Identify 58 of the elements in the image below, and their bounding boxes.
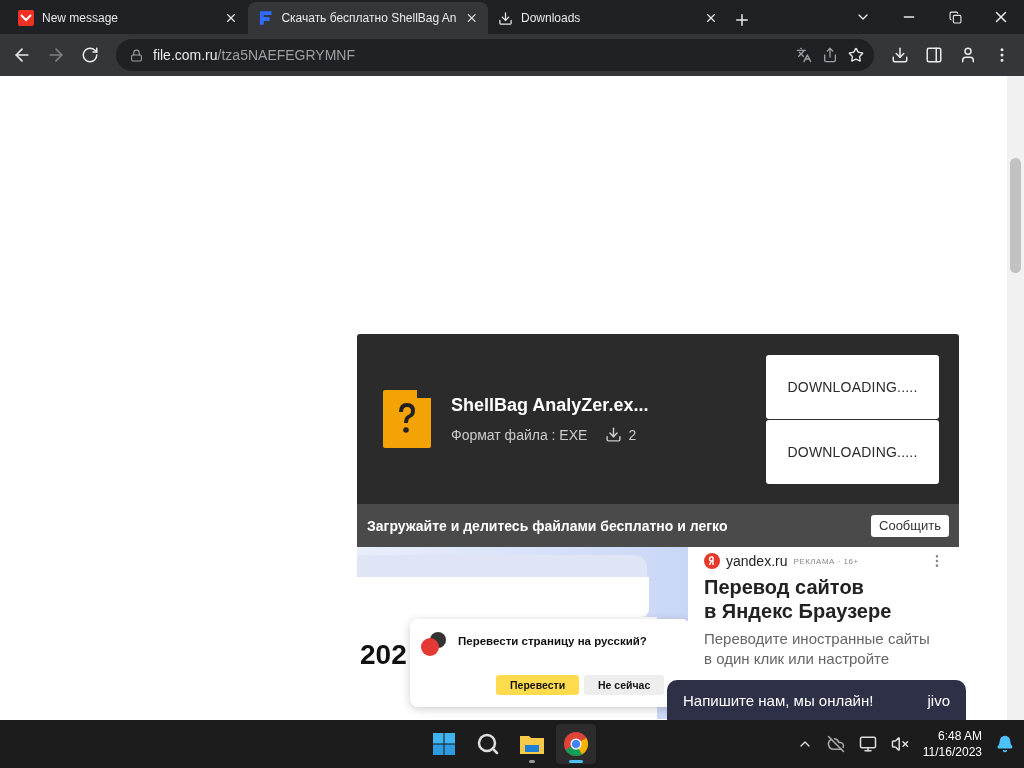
tab-title: New message [42,11,120,25]
popup-button[interactable]: Перевести [496,675,580,695]
banner-text: Загружайте и делитесь файлами бесплатно и легко [367,517,728,534]
search-icon[interactable] [476,732,500,756]
url-text: file.com.ru/tza5NAEFEGRYMNF [153,47,356,63]
browser-tab[interactable]: Скачать бесплатно ShellBag An [248,2,488,34]
ad-title: в Яндекс Браузере [704,599,893,623]
mail-icon [18,10,34,26]
unknown-file-icon [383,390,431,448]
file-format: Формат файла : EXE [451,426,588,443]
download-button[interactable]: DOWNLOADING..... [766,354,939,419]
chrome-logo-icon[interactable] [563,731,589,757]
notification-icon[interactable] [996,735,1014,753]
close-icon[interactable] [224,11,238,25]
scrollbar[interactable] [1007,76,1024,720]
yandex-logo-icon [704,553,720,569]
ad-body: Переводите иностранные сайты [704,629,931,649]
restore-icon[interactable] [948,10,962,24]
download-button[interactable]: DOWNLOADING..... [766,419,939,484]
report-button[interactable]: Сообщить [871,514,949,537]
share-icon[interactable] [822,47,838,63]
popup-button[interactable]: Не сейчас [584,675,665,695]
chat-widget[interactable]: Напишите нам, мы онлайн! jivo [667,680,966,720]
browser-tab[interactable]: New message [8,2,248,34]
side-panel-icon[interactable] [925,46,943,64]
reload-icon[interactable] [81,46,99,64]
new-tab-icon[interactable] [733,11,751,29]
address-bar[interactable]: file.com.ru/tza5NAEFEGRYMNF [116,39,874,71]
star-icon[interactable] [848,47,864,63]
download-icon[interactable] [891,46,909,64]
chat-brand: jivo [927,691,950,709]
tab-title: Скачать бесплатно ShellBag An [281,11,457,25]
chat-text: Напишите нам, мы онлайн! [683,691,875,709]
year-text: 202 [360,639,407,671]
letter-f-logo-icon [258,10,274,26]
browser-tab[interactable]: Downloads [488,2,728,34]
download-count: 2 [628,426,637,443]
ad-source[interactable]: yandex.ru [726,553,788,569]
download-icon [498,10,513,26]
popup-question: Перевести страницу на русский? [458,635,647,647]
taskbar-app[interactable] [556,724,596,764]
cloud-off-icon[interactable] [826,735,845,753]
tab-title: Downloads [521,11,582,25]
ad-label: РЕКЛАМА · 16+ [793,556,859,566]
ad-title: Перевод сайтов [704,575,865,599]
network-icon[interactable] [858,735,877,753]
profile-icon[interactable] [959,46,977,64]
date-text: 11/16/2023 [922,744,982,760]
time-text: 6:48 AM [937,728,982,744]
folder-icon[interactable] [519,733,545,755]
ad-body: в один клик или настройте [704,649,891,669]
lock-icon [130,48,143,62]
download-count-icon [605,426,623,443]
clock[interactable]: 6:48 AM 11/16/2023 [922,728,982,760]
mute-icon[interactable] [890,735,909,753]
close-icon[interactable] [704,11,718,25]
windows-logo-icon[interactable] [432,732,456,756]
file-name: ShellBag AnalyZer.ex... [451,395,650,416]
